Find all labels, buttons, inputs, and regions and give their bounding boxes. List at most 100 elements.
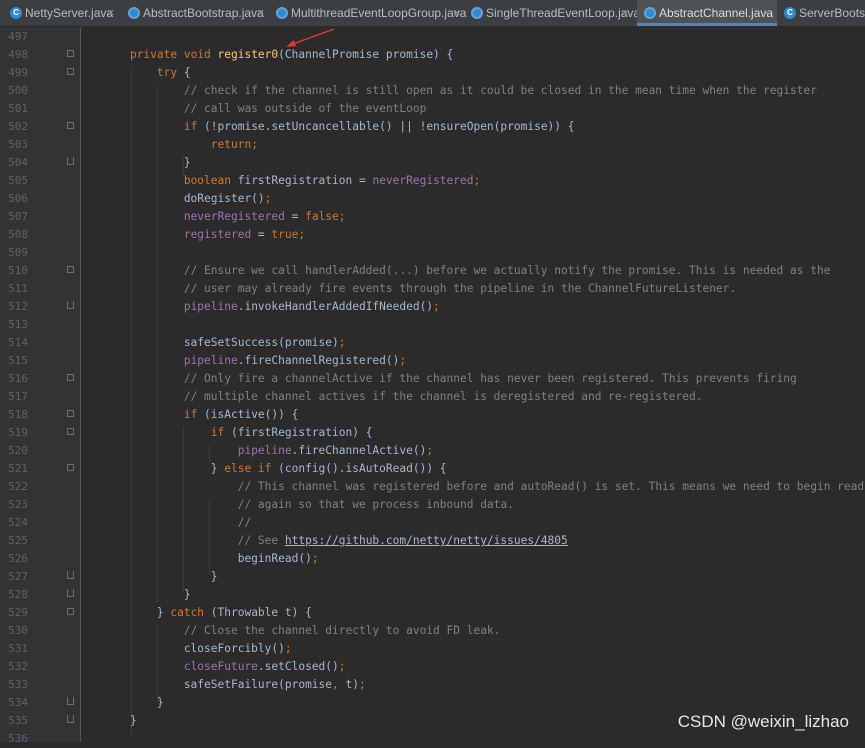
code-line[interactable]: 503 return;	[0, 136, 865, 154]
code-token: ;	[473, 174, 481, 187]
close-icon[interactable]: ×	[453, 0, 461, 26]
code-line[interactable]: 510 // Ensure we call handlerAdded(...) …	[0, 262, 865, 280]
close-icon[interactable]: ×	[763, 0, 771, 26]
code-token: ;	[399, 354, 407, 367]
code-token: ;	[358, 678, 366, 691]
code-line[interactable]: 516 // Only fire a channelActive if the …	[0, 370, 865, 388]
code-token: }	[103, 606, 171, 619]
code-line[interactable]: 534 }	[0, 694, 865, 712]
fold-toggle-icon[interactable]	[67, 68, 74, 75]
code-editor[interactable]: 497 498 private void register0(ChannelPro…	[0, 27, 865, 745]
code-token: (!promise.setUncancellable() || !ensureO…	[197, 120, 575, 133]
code-line[interactable]: 501 // call was outside of the eventLoop	[0, 100, 865, 118]
fold-toggle-icon[interactable]	[67, 464, 74, 471]
code-line[interactable]: 512 pipeline.invokeHandlerAddedIfNeeded(…	[0, 298, 865, 316]
fold-toggle-icon[interactable]	[67, 374, 74, 381]
code-token: ;	[298, 228, 306, 241]
tab-abstractbootstrap[interactable]: AbstractBootstrap.java ×	[120, 0, 270, 26]
fold-toggle-icon[interactable]	[67, 428, 74, 435]
code-line[interactable]: 517 // multiple channel actives if the c…	[0, 388, 865, 406]
code-token: true	[271, 228, 299, 241]
code-line[interactable]: 519 if (firstRegistration) {	[0, 424, 865, 442]
fold-toggle-icon[interactable]	[67, 266, 74, 273]
code-token: try	[156, 66, 178, 79]
code-line[interactable]: 500 // check if the channel is still ope…	[0, 82, 865, 100]
code-line[interactable]: 515 pipeline.fireChannelRegistered();	[0, 352, 865, 370]
code-line[interactable]: 504 }	[0, 154, 865, 172]
code-text: }	[103, 694, 164, 712]
close-icon[interactable]: ×	[621, 0, 629, 26]
code-line[interactable]: 524 //	[0, 514, 865, 532]
code-line[interactable]: 505 boolean firstRegistration = neverReg…	[0, 172, 865, 190]
code-line[interactable]: 528 }	[0, 586, 865, 604]
code-line[interactable]: 506 doRegister();	[0, 190, 865, 208]
code-text: if (!promise.setUncancellable() || !ensu…	[103, 118, 575, 136]
code-token: ;	[338, 210, 346, 223]
line-number: 522	[8, 480, 28, 493]
tab-singlethreadeventloop[interactable]: SingleThreadEventLoop.java ×	[465, 0, 640, 26]
code-line[interactable]: 527 }	[0, 568, 865, 586]
code-line[interactable]: 497	[0, 28, 865, 46]
fold-toggle-icon[interactable]	[67, 122, 74, 129]
code-line[interactable]: 522 // This channel was registered befor…	[0, 478, 865, 496]
code-text: safeSetFailure(promise, t);	[103, 676, 366, 694]
code-line[interactable]: 521 } else if (config().isAutoRead()) {	[0, 460, 865, 478]
code-line[interactable]: 520 pipeline.fireChannelActive();	[0, 442, 865, 460]
code-line[interactable]: 502 if (!promise.setUncancellable() || !…	[0, 118, 865, 136]
tab-nettyserver[interactable]: C NettyServer.java ×	[0, 0, 120, 26]
fold-end-icon[interactable]	[67, 571, 74, 579]
code-line[interactable]: 513	[0, 316, 865, 334]
fold-end-icon[interactable]	[67, 589, 74, 597]
code-token: ;	[338, 660, 346, 673]
code-line[interactable]: 532 closeFuture.setClosed();	[0, 658, 865, 676]
code-line[interactable]: 509	[0, 244, 865, 262]
code-text: // Only fire a channelActive if the chan…	[103, 370, 797, 388]
code-link[interactable]: https://github.com/netty/netty/issues/48…	[285, 534, 568, 547]
code-line[interactable]: 518 if (isActive()) {	[0, 406, 865, 424]
code-token: catch	[170, 606, 205, 619]
code-token: }	[103, 462, 225, 475]
code-line[interactable]: 525 // See https://github.com/netty/nett…	[0, 532, 865, 550]
code-token: registered	[183, 228, 252, 241]
code-line[interactable]: 531 closeForcibly();	[0, 640, 865, 658]
code-token: neverRegistered	[183, 210, 285, 223]
code-token: ;	[251, 138, 258, 151]
fold-end-icon[interactable]	[67, 157, 74, 165]
tab-serverbootstrap[interactable]: C ServerBootstr	[779, 0, 865, 26]
line-number: 514	[8, 336, 28, 349]
code-line[interactable]: 514 safeSetSuccess(promise);	[0, 334, 865, 352]
fold-toggle-icon[interactable]	[67, 50, 74, 57]
code-line[interactable]: 507 neverRegistered = false;	[0, 208, 865, 226]
code-line[interactable]: 533 safeSetFailure(promise, t);	[0, 676, 865, 694]
line-number: 506	[8, 192, 28, 205]
code-line[interactable]: 523 // again so that we process inbound …	[0, 496, 865, 514]
line-number: 508	[8, 228, 28, 241]
fold-end-icon[interactable]	[67, 715, 74, 723]
fold-end-icon[interactable]	[67, 301, 74, 309]
code-token: // This channel was registered before an…	[237, 480, 865, 493]
code-line[interactable]: 511 // user may already fire events thro…	[0, 280, 865, 298]
code-line[interactable]: 529 } catch (Throwable t) {	[0, 604, 865, 622]
code-line[interactable]: 536	[0, 730, 865, 748]
line-number: 527	[8, 570, 28, 583]
close-icon[interactable]: ×	[257, 0, 265, 26]
code-text: if (isActive()) {	[103, 406, 299, 424]
annotation-arrow	[286, 28, 335, 47]
fold-toggle-icon[interactable]	[67, 410, 74, 417]
code-text: // check if the channel is still open as…	[103, 82, 817, 100]
fold-toggle-icon[interactable]	[67, 608, 74, 615]
code-line[interactable]: 499 try {	[0, 64, 865, 82]
code-line[interactable]: 526 beginRead();	[0, 550, 865, 568]
code-line[interactable]: 508 registered = true;	[0, 226, 865, 244]
fold-end-icon[interactable]	[67, 697, 74, 705]
tab-abstractchannel[interactable]: AbstractChannel.java ×	[637, 0, 777, 26]
tab-multithreadeventloopgroup[interactable]: MultithreadEventLoopGroup.java ×	[270, 0, 466, 26]
close-icon[interactable]: ×	[107, 0, 115, 26]
code-line[interactable]: 530 // Close the channel directly to avo…	[0, 622, 865, 640]
code-line[interactable]: 498 private void register0(ChannelPromis…	[0, 46, 865, 64]
